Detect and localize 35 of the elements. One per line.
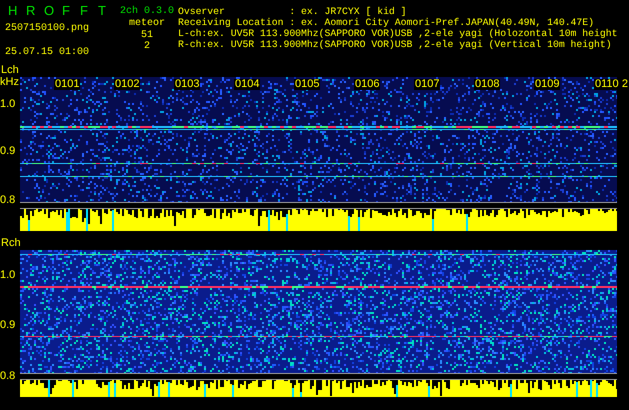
info-line: Ovserver : ex. JR7CYX [ kid ] [178, 6, 407, 17]
title-letter: R [26, 3, 34, 19]
info-line: Receiving Location : ex. Aomori City Aomori-Pref.JAPAN(40.49N, 140.47E) [178, 17, 594, 28]
time-label: 0110 [594, 79, 620, 90]
axis-tick-label: 0.9 [0, 146, 16, 157]
axis-tick-label: 0.8 [0, 195, 16, 206]
file-name: 2507150100.png [4, 23, 90, 34]
unit-label: kHz [0, 77, 19, 88]
time-label: 0104 [234, 79, 260, 90]
info-line: L-ch:ex. UV5R 113.900Mhz(SAPPORO VOR)USB ,2-ele yagi (Holozontal 10m height [178, 28, 618, 39]
axis-tick-label: 1.0 [0, 99, 16, 110]
channel-label: Rch [0, 237, 22, 250]
axis-tick-label: 1.0 [0, 270, 16, 281]
time-label: 0105 [294, 79, 320, 90]
meteor-label: meteor [128, 18, 165, 30]
date-time: 25.07.15 01:00 [4, 47, 90, 58]
title-letter: F [62, 3, 70, 19]
time-label: 0107 [414, 79, 440, 90]
title-letter: H [8, 3, 16, 19]
time-label: 0108 [474, 79, 500, 90]
time-label: 0106 [354, 79, 380, 90]
time-label: 0101 [54, 79, 80, 90]
version-label: 2ch 0.3.0 [120, 6, 174, 18]
meteor-count: 51 [140, 30, 153, 41]
axis-tick-label: 0.9 [0, 320, 16, 331]
meteor-count: 2 [144, 41, 150, 52]
title-letter: O [44, 3, 52, 19]
axis-tick-label: 0.8 [0, 371, 16, 382]
time-label: 0103 [174, 79, 200, 90]
info-line: R-ch:ex. UV5R 113.900Mhz(SAPPORO VOR)USB ,2-ele yagi (Vertical 10m height) [178, 39, 612, 50]
title-letter: T [98, 3, 106, 19]
channel-label: Lch [0, 64, 20, 77]
time-label: 0102 [114, 79, 140, 90]
time-label: 0109 [534, 79, 560, 90]
title-letter: F [80, 3, 88, 19]
